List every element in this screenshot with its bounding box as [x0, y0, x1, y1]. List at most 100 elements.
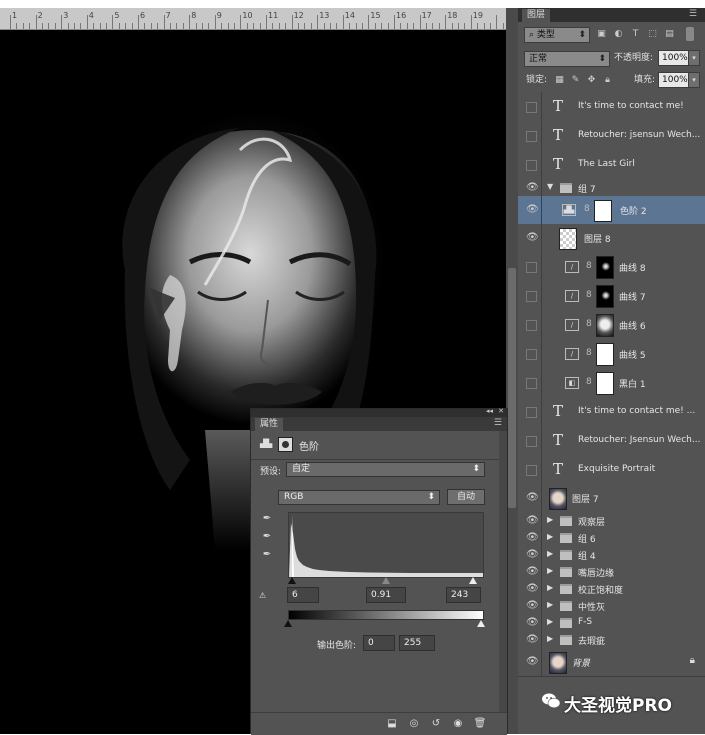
output-black-slider[interactable] — [284, 620, 292, 627]
link-icon[interactable]: 8 — [586, 290, 592, 300]
visibility-toggle[interactable] — [526, 378, 537, 389]
layers-tab[interactable]: 图层 — [522, 9, 551, 22]
lock-transparent-icon[interactable]: ▦ — [554, 75, 565, 86]
visibility-toggle[interactable] — [526, 131, 537, 142]
layer-row[interactable]: T It's time to contact me! ... — [518, 397, 705, 427]
panel-menu-icon[interactable]: ☰ — [494, 418, 502, 428]
collapse-arrow-icon[interactable]: ▼ — [547, 182, 553, 191]
expand-arrow-icon[interactable]: ▶ — [547, 600, 553, 609]
pixel-filter-icon[interactable]: ▣ — [596, 29, 607, 40]
layer-row[interactable]: 👁︎ ▶ F-S — [518, 614, 705, 632]
lock-image-icon[interactable]: ✎ — [570, 75, 581, 86]
link-icon[interactable]: 8 — [586, 348, 592, 358]
visibility-toggle[interactable] — [526, 160, 537, 171]
output-white-slider[interactable] — [477, 620, 485, 627]
visibility-eye-icon[interactable]: 👁︎ — [526, 583, 539, 594]
layer-row[interactable]: 👁︎ ▶ 观察层 — [518, 512, 705, 530]
input-white-field[interactable]: 243 — [446, 587, 481, 603]
horizontal-ruler[interactable]: 1 2 3 4 5 6 7 8 9 10 11 12 13 14 15 16 17 18 19 — [0, 8, 506, 30]
input-white-slider[interactable] — [469, 577, 477, 584]
mask-icon[interactable] — [278, 437, 293, 452]
output-black-field[interactable]: 0 — [363, 635, 395, 651]
panel-menu-icon[interactable]: ☰ — [689, 9, 697, 19]
filter-kind-select[interactable]: ⌕ 类型 ⬍ — [524, 27, 590, 43]
visibility-eye-icon[interactable]: 👁︎ — [526, 492, 539, 503]
scroll-thumb[interactable] — [508, 268, 516, 508]
visibility-toggle[interactable] — [526, 262, 537, 273]
layer-row[interactable]: ∕ 8 曲线 7 — [518, 281, 705, 311]
visibility-eye-icon[interactable]: 👁︎ — [526, 549, 539, 560]
expand-arrow-icon[interactable]: ▶ — [547, 515, 553, 524]
type-filter-icon[interactable]: T — [630, 29, 641, 40]
layer-row[interactable]: T It's time to contact me! — [518, 92, 705, 122]
black-eyedropper-icon[interactable]: ✒ — [261, 513, 273, 525]
visibility-toggle[interactable] — [526, 407, 537, 418]
expand-arrow-icon[interactable]: ▶ — [547, 566, 553, 575]
layer-mask-thumbnail[interactable] — [596, 372, 614, 395]
properties-scrollbar[interactable] — [499, 431, 507, 712]
auto-button[interactable]: 自动 — [447, 489, 485, 505]
layer-row[interactable]: 👁︎ ▶ 去瑕疵 — [518, 631, 705, 649]
fill-dropdown-icon[interactable]: ▾ — [688, 72, 700, 88]
layer-row[interactable]: 👁︎ ▟▙ 8 色阶 2 — [518, 196, 705, 225]
output-white-field[interactable]: 255 — [399, 635, 435, 651]
channel-select[interactable]: RGB ⬍ — [278, 490, 440, 505]
expand-arrow-icon[interactable]: ▶ — [547, 583, 553, 592]
visibility-eye-icon[interactable]: 👁︎ — [526, 634, 539, 645]
trash-icon[interactable]: 🗑︎ — [473, 718, 487, 730]
layer-row[interactable]: T Retoucher: Jsensun Wech... — [518, 426, 705, 456]
layer-mask-thumbnail[interactable] — [596, 285, 614, 308]
layer-row[interactable]: 👁︎ 图层 7 — [518, 484, 705, 513]
layer-row[interactable]: 👁︎ 图层 8 — [518, 224, 705, 253]
layer-row[interactable]: T Exquisite Portrait — [518, 455, 705, 485]
link-icon[interactable]: 8 — [586, 319, 592, 329]
layer-row[interactable]: T Retoucher: jsensun Wech... — [518, 121, 705, 151]
layer-row[interactable]: 👁︎ ▶ 组 4 — [518, 546, 705, 564]
layer-thumbnail[interactable] — [559, 228, 577, 250]
visibility-eye-icon[interactable]: 👁︎ — [526, 532, 539, 543]
layer-mask-thumbnail[interactable] — [594, 200, 612, 222]
view-previous-icon[interactable]: ◎ — [407, 718, 421, 730]
visibility-eye-icon[interactable]: 👁︎ — [526, 600, 539, 611]
lock-position-icon[interactable]: ✥ — [586, 75, 597, 86]
layer-thumbnail[interactable] — [549, 652, 567, 674]
input-gamma-slider[interactable] — [382, 577, 390, 584]
shape-filter-icon[interactable]: ⬚ — [647, 29, 658, 40]
blend-mode-select[interactable]: 正常 ⬍ — [524, 51, 610, 67]
link-icon[interactable]: 8 — [584, 204, 590, 214]
expand-arrow-icon[interactable]: ▶ — [547, 634, 553, 643]
link-icon[interactable]: 8 — [586, 261, 592, 271]
input-black-field[interactable]: 6 — [287, 587, 319, 603]
visibility-toggle[interactable] — [526, 349, 537, 360]
layer-row[interactable]: T The Last Girl — [518, 150, 705, 180]
opacity-field[interactable]: 100% — [658, 50, 690, 66]
properties-titlebar[interactable]: ◂◂ ✕ — [251, 407, 507, 417]
visibility-toggle[interactable] — [526, 320, 537, 331]
layer-row[interactable]: ∕ 8 曲线 8 — [518, 252, 705, 282]
visibility-toggle[interactable] — [526, 436, 537, 447]
visibility-eye-icon[interactable]: 👁︎ — [526, 204, 539, 215]
visibility-toggle[interactable] — [526, 465, 537, 476]
visibility-eye-icon[interactable]: 👁︎ — [526, 566, 539, 577]
collapse-icon[interactable]: ◂◂ — [486, 407, 493, 415]
layer-mask-thumbnail[interactable] — [596, 343, 614, 366]
clipping-warning-icon[interactable]: ⚠ — [259, 591, 266, 600]
visibility-eye-icon[interactable]: 👁︎ — [526, 232, 539, 243]
link-icon[interactable]: 8 — [586, 377, 592, 387]
properties-tab[interactable]: 属性 — [255, 418, 284, 431]
visibility-toggle[interactable] — [526, 102, 537, 113]
expand-arrow-icon[interactable]: ▶ — [547, 617, 553, 626]
lock-all-icon[interactable]: 🔒︎ — [602, 75, 613, 86]
clip-to-layer-icon[interactable]: ⬓ — [385, 718, 399, 730]
white-eyedropper-icon[interactable]: ✒ — [261, 549, 273, 561]
layer-row[interactable]: 👁︎ ▶ 校正饱和度 — [518, 580, 705, 598]
visibility-eye-icon[interactable]: 👁︎ — [526, 656, 539, 667]
expand-arrow-icon[interactable]: ▶ — [547, 532, 553, 541]
visibility-toggle[interactable] — [526, 291, 537, 302]
layer-row[interactable]: 👁︎ ▶ 嘴唇边缘 — [518, 563, 705, 581]
visibility-eye-icon[interactable]: 👁︎ — [526, 515, 539, 526]
expand-arrow-icon[interactable]: ▶ — [547, 549, 553, 558]
layer-mask-thumbnail[interactable] — [596, 314, 614, 337]
opacity-dropdown-icon[interactable]: ▾ — [688, 50, 700, 66]
filter-toggle[interactable] — [686, 27, 694, 41]
